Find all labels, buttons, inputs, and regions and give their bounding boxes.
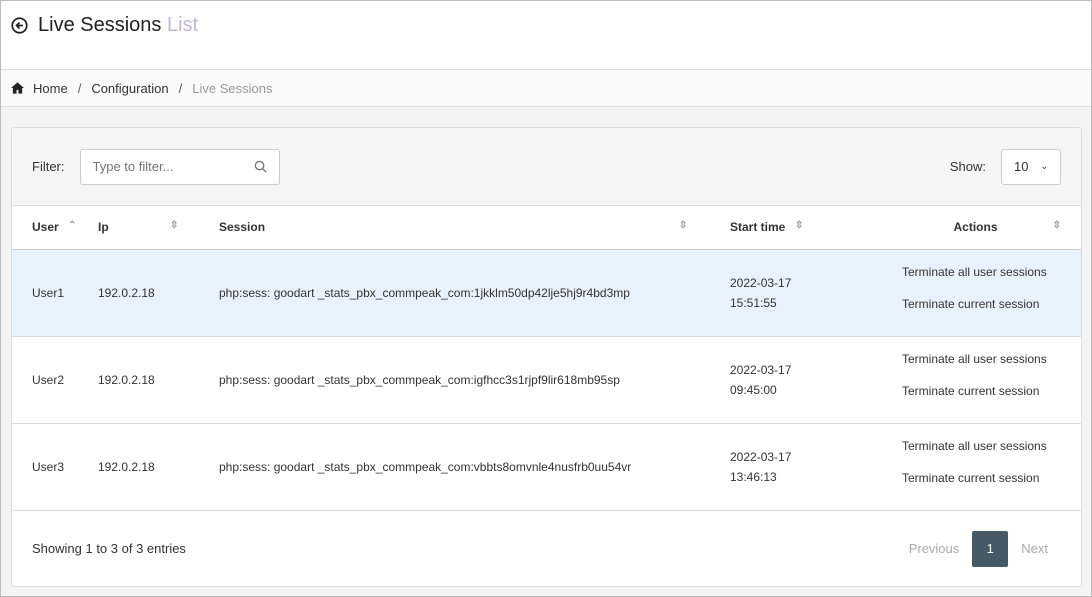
cell-start-time: 2022-03-17 15:51:55	[730, 249, 870, 337]
breadcrumb-configuration[interactable]: Configuration	[91, 81, 168, 96]
column-actions[interactable]: Actions ⇳	[870, 206, 1081, 250]
breadcrumb-home[interactable]: Home	[33, 81, 68, 96]
cell-ip: 192.0.2.18	[98, 336, 219, 424]
sort-icon: ⇳	[795, 220, 804, 231]
previous-button[interactable]: Previous	[896, 541, 973, 556]
terminate-all-link[interactable]: Terminate all user sessions	[902, 343, 1081, 375]
terminate-current-link[interactable]: Terminate current session	[902, 462, 1081, 494]
sort-icon: ⇳	[1052, 220, 1061, 231]
cell-session: php:sess: goodart _stats_pbx_commpeak_co…	[219, 249, 730, 337]
entries-info: Showing 1 to 3 of 3 entries	[32, 541, 186, 556]
sort-icon: ⇳	[679, 220, 688, 231]
cell-session: php:sess: goodart _stats_pbx_commpeak_co…	[219, 423, 730, 511]
breadcrumb-current: Live Sessions	[192, 80, 273, 96]
sessions-table: User ⌃ Ip ⇳ Session ⇳ Start time ⇳ Actions ⇳ …	[12, 206, 1081, 511]
terminate-all-link[interactable]: Terminate all user sessions	[902, 430, 1081, 462]
terminate-current-link[interactable]: Terminate current session	[902, 375, 1081, 407]
home-icon	[11, 82, 24, 94]
chevron-down-icon: ⌄	[1040, 161, 1048, 171]
cell-session: php:sess: goodart _stats_pbx_commpeak_co…	[219, 336, 730, 424]
page-size-select[interactable]: 10 ⌄	[1001, 148, 1061, 185]
cell-start-time: 2022-03-17 09:45:00	[730, 336, 870, 424]
pagination: Previous 1 Next	[896, 530, 1061, 567]
column-ip[interactable]: Ip ⇳	[98, 206, 219, 250]
terminate-all-link[interactable]: Terminate all user sessions	[902, 256, 1081, 288]
table-row: User1 192.0.2.18 php:sess: goodart _stat…	[12, 249, 1081, 337]
cell-user: User2	[12, 336, 98, 424]
next-button[interactable]: Next	[1008, 541, 1061, 556]
cell-ip: 192.0.2.18	[98, 249, 219, 337]
back-arrow-icon[interactable]	[11, 17, 28, 34]
column-start-time[interactable]: Start time ⇳	[730, 206, 870, 250]
sort-icon: ⇳	[170, 220, 179, 231]
cell-ip: 192.0.2.18	[98, 423, 219, 511]
breadcrumb: Home / Configuration / Live Sessions	[1, 70, 1091, 107]
show-label: Show:	[949, 159, 986, 174]
cell-user: User1	[12, 249, 98, 337]
filter-label: Filter:	[32, 159, 65, 174]
search-icon	[254, 160, 267, 173]
cell-start-time: 2022-03-17 13:46:13	[730, 423, 870, 511]
column-user[interactable]: User ⌃	[12, 206, 98, 250]
cell-user: User3	[12, 423, 98, 511]
filter-input[interactable]	[92, 159, 243, 174]
terminate-current-link[interactable]: Terminate current session	[902, 288, 1081, 320]
table-row: User3 192.0.2.18 php:sess: goodart _stat…	[12, 423, 1081, 511]
sort-asc-icon: ⌃	[68, 220, 77, 231]
page-subtitle: List	[166, 14, 199, 36]
column-session[interactable]: Session ⇳	[219, 206, 730, 250]
sessions-card: Filter: Show: 10⌄ User⌃ Ip⇳ Session⇳ Sta…	[11, 127, 1082, 587]
table-row: User2 192.0.2.18 php:sess: goodart _stat…	[12, 336, 1081, 424]
page-header: Live Sessions List	[1, 1, 1091, 70]
page-title: Live Sessions List	[38, 14, 199, 36]
page-1-button[interactable]: 1	[972, 530, 1009, 567]
